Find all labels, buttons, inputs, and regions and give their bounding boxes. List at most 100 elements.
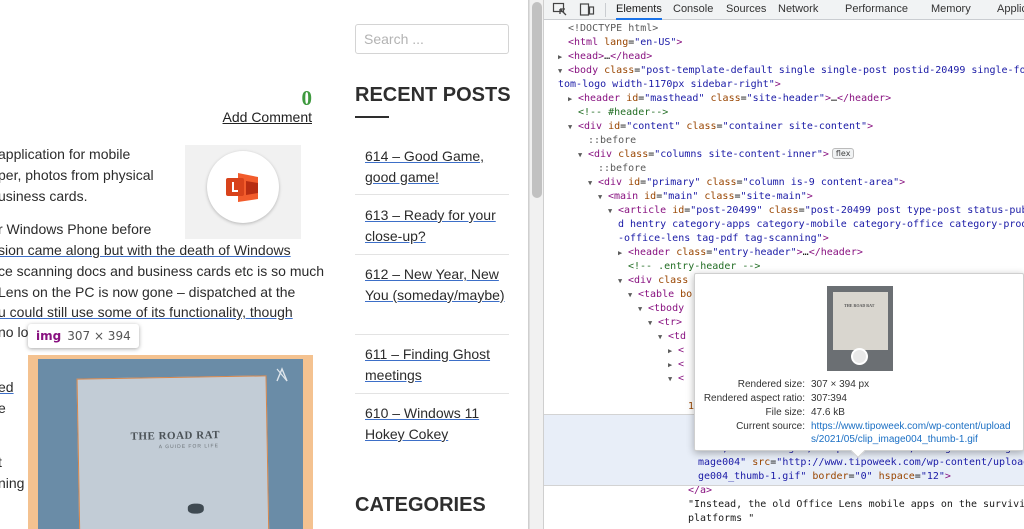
dom-node-markup: tom-logo width-1170px sidebar-right">: [558, 79, 781, 90]
collapse-arrow-icon[interactable]: ▼: [628, 288, 638, 302]
popup-label: Rendered aspect ratio:: [703, 393, 805, 404]
popup-label: Rendered size:: [737, 379, 805, 390]
office-lens-logo-image[interactable]: [185, 145, 301, 239]
popup-thumb-paper: THE ROAD RAT: [833, 292, 888, 350]
recent-post-link[interactable]: 610 – Windows 11 Hokey Cokey: [365, 403, 505, 445]
popup-value: 307 × 394 px: [811, 379, 870, 390]
book-emblem: [187, 503, 204, 514]
dom-node-line[interactable]: ▼ <body class="post-template-default sing…: [544, 64, 1024, 78]
inspect-element-icon[interactable]: [552, 2, 568, 17]
tab-sources[interactable]: Sources: [726, 0, 766, 20]
collapse-arrow-icon[interactable]: ▼: [568, 120, 578, 134]
device-toolbar-icon[interactable]: [579, 2, 595, 17]
dom-node-line[interactable]: ▶ <head>…</head>: [544, 50, 1024, 64]
tab-network[interactable]: Network: [778, 0, 818, 20]
expand-arrow-icon[interactable]: ▶: [618, 246, 628, 260]
dom-node-markup: </a>: [688, 485, 713, 496]
page-scrollbar[interactable]: [529, 0, 543, 529]
collapse-arrow-icon[interactable]: ▼: [558, 64, 568, 78]
tab-memory[interactable]: Memory: [931, 0, 971, 20]
tab-console[interactable]: Console: [673, 0, 713, 20]
dom-node-line[interactable]: ::before: [544, 162, 1024, 176]
dom-node-line[interactable]: ::before: [544, 134, 1024, 148]
dom-node-line[interactable]: <!-- .entry-header -->: [544, 260, 1024, 274]
dom-node-line[interactable]: ge004_thumb-1.gif" border="0" hspace="12…: [544, 470, 1024, 484]
dom-node-markup: "Instead, the old Office Lens mobile app…: [688, 499, 1024, 510]
dom-node-line[interactable]: ▼ <div id="content" class="container site…: [544, 120, 1024, 134]
search-input[interactable]: [355, 24, 509, 54]
recent-post-link[interactable]: 613 – Ready for your close-up?: [365, 205, 505, 247]
dom-node-line[interactable]: "Instead, the old Office Lens mobile app…: [544, 498, 1024, 512]
collapse-arrow-icon[interactable]: ▼: [618, 274, 628, 288]
dom-node-markup: <main id="main" class="site-main">: [608, 191, 813, 202]
heading-underline: [355, 116, 389, 118]
book-title: THE ROAD RAT: [130, 429, 221, 443]
article-link-fragment[interactable]: ed: [0, 377, 14, 398]
dom-node-line[interactable]: ▼ <div id="primary" class="column is-9 co…: [544, 176, 1024, 190]
recent-post-link[interactable]: 614 – Good Game, good game!: [365, 146, 505, 188]
dom-node-line[interactable]: <html lang="en-US">: [544, 36, 1024, 50]
dom-node-line[interactable]: ▶ <header class="entry-header">…</header>: [544, 246, 1024, 260]
dom-node-markup: <!DOCTYPE html>: [568, 23, 659, 34]
dom-node-markup: ::before: [598, 163, 647, 174]
tab-performance[interactable]: Performance: [845, 0, 908, 20]
dom-node-line[interactable]: ▼ <main id="main" class="site-main">: [544, 190, 1024, 204]
dom-node-line[interactable]: tom-logo width-1170px sidebar-right">: [544, 78, 1024, 92]
collapse-arrow-icon[interactable]: ▼: [668, 372, 678, 386]
dom-node-line[interactable]: mage004" src="http://www.tipoweek.com/wp…: [544, 456, 1024, 470]
article-text-line: u could still use some of its functional…: [0, 302, 293, 323]
expand-arrow-icon[interactable]: ▶: [668, 344, 678, 358]
collapse-arrow-icon[interactable]: ▼: [638, 302, 648, 316]
post-separator: [355, 194, 509, 195]
dom-node-line[interactable]: ▼ <article id="post-20499" class="post-20…: [544, 204, 1024, 218]
add-comment-link[interactable]: Add Comment: [223, 109, 312, 125]
article-text-line: r Windows Phone before: [0, 221, 152, 237]
dom-node-markup: <div class: [628, 275, 689, 286]
post-separator: [355, 334, 509, 335]
dom-node-line[interactable]: platforms ": [544, 512, 1024, 526]
dom-node-line[interactable]: -office-lens tag-pdf tag-scanning">: [544, 232, 1024, 246]
article-link[interactable]: sion came along but with the death of Wi…: [0, 242, 291, 258]
dom-node-markup: <tbody: [648, 303, 685, 314]
dom-node-markup: <div id="primary" class="column is-9 con…: [598, 177, 906, 188]
image-preview-popup: THE ROAD RAT Rendered size: 307 × 394 px…: [694, 273, 1024, 459]
recent-post-link[interactable]: 612 – New Year, New You (someday/maybe): [365, 264, 505, 306]
collapse-arrow-icon[interactable]: ▼: [578, 148, 588, 162]
article-text-line: no lo: [0, 324, 29, 340]
tooltip-dimensions: 307 × 394: [67, 329, 131, 343]
post-separator: [355, 254, 509, 255]
inspected-image-highlight[interactable]: THE ROAD RAT A GUIDE FOR LIFE: [28, 355, 313, 529]
dom-node-line[interactable]: ▶ <header id="masthead" class="site-heade…: [544, 92, 1024, 106]
recent-posts-heading: RECENT POSTS: [355, 84, 511, 106]
dom-node-line[interactable]: ▼ <div class="columns site-content-inner"…: [544, 148, 1024, 162]
dom-node-markup: <: [678, 373, 685, 384]
book-cover: THE ROAD RAT A GUIDE FOR LIFE: [76, 375, 270, 529]
dom-node-markup: -office-lens tag-pdf tag-scanning">: [618, 233, 829, 244]
tab-application[interactable]: Applic: [997, 0, 1024, 20]
dom-node-line[interactable]: d hentry category-apps category-mobile c…: [544, 218, 1024, 232]
road-rat-book-photo[interactable]: THE ROAD RAT A GUIDE FOR LIFE: [38, 359, 303, 529]
expand-arrow-icon[interactable]: ▶: [558, 50, 568, 64]
dom-node-markup: platforms ": [688, 513, 755, 524]
collapse-arrow-icon[interactable]: ▼: [658, 330, 668, 344]
article-link[interactable]: u could still use some of its functional…: [0, 304, 293, 320]
collapse-arrow-icon[interactable]: ▼: [648, 316, 658, 330]
tab-elements[interactable]: Elements: [616, 0, 662, 20]
page-scrollbar-thumb[interactable]: [532, 2, 542, 198]
collapse-arrow-icon[interactable]: ▼: [588, 176, 598, 190]
tab-bar-separator: [605, 3, 606, 17]
popup-source-link[interactable]: https://www.tipoweek.com/wp-content/uplo…: [811, 420, 1016, 446]
article-text-fragment: ning: [0, 475, 25, 491]
dom-node-markup: <head>…</head>: [568, 51, 653, 62]
recent-post-link[interactable]: 611 – Finding Ghost meetings: [365, 344, 505, 386]
comment-count[interactable]: 0: [302, 86, 313, 111]
image-corner-icon: [276, 367, 288, 382]
collapse-arrow-icon[interactable]: ▼: [598, 190, 608, 204]
collapse-arrow-icon[interactable]: ▼: [608, 204, 618, 218]
dom-node-line[interactable]: <!-- #header-->: [544, 106, 1024, 120]
dom-node-line[interactable]: </a>: [544, 484, 1024, 498]
article-content: 0 Add Comment application for mobile per…: [0, 0, 330, 529]
dom-node-line[interactable]: <!DOCTYPE html>: [544, 22, 1024, 36]
expand-arrow-icon[interactable]: ▶: [568, 92, 578, 106]
expand-arrow-icon[interactable]: ▶: [668, 358, 678, 372]
